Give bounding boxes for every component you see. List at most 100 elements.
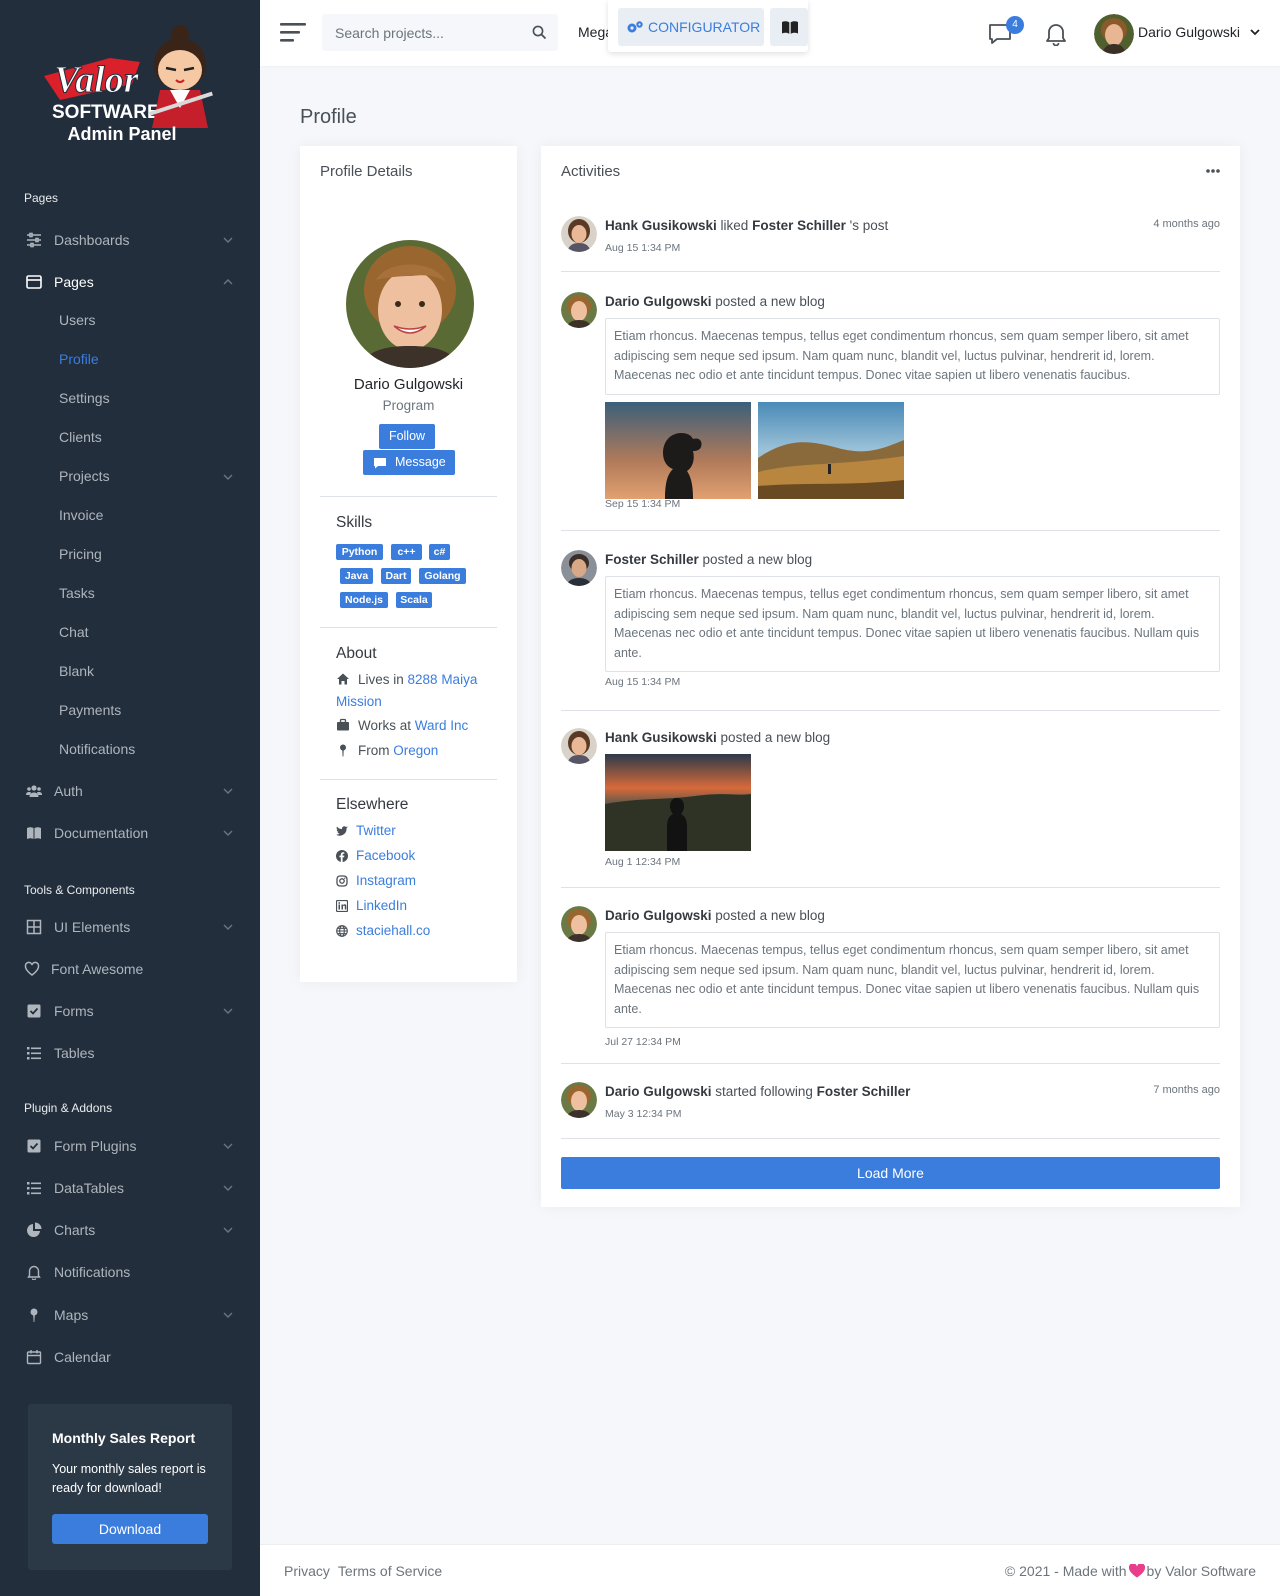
user-name[interactable]: Dario Gulgowski	[1138, 24, 1240, 40]
sidebar-item-label: Pages	[54, 274, 94, 290]
more-horizontal-icon[interactable]	[1206, 168, 1220, 174]
sidebar-subitem-projects[interactable]: Projects	[0, 458, 260, 494]
search-icon[interactable]	[532, 25, 547, 40]
sidebar-item-auth[interactable]: Auth	[0, 771, 260, 811]
chevron-down-icon	[223, 1143, 233, 1149]
sidebar-item-pages[interactable]: Pages	[0, 262, 260, 302]
sidebar-subitem-pricing[interactable]: Pricing	[0, 536, 260, 572]
sidebar-item-notifications[interactable]: Notifications	[0, 1252, 260, 1292]
chevron-down-icon	[223, 1312, 233, 1318]
avatar	[561, 550, 597, 586]
profile-role: Program	[382, 398, 435, 413]
search-input[interactable]	[322, 14, 522, 51]
skill-badge: Golang	[419, 568, 466, 584]
sidebar-item-label: Charts	[54, 1222, 96, 1238]
skill-badge: c#	[429, 544, 450, 560]
caret-down-icon[interactable]	[1250, 28, 1260, 36]
sidebar-item-form-plugins[interactable]: Form Plugins	[0, 1126, 260, 1166]
card-title: Profile Details	[320, 163, 413, 180]
bell-icon[interactable]	[1045, 22, 1067, 46]
chevron-down-icon	[223, 1185, 233, 1191]
briefcase-icon	[337, 718, 349, 731]
users-icon	[26, 785, 42, 797]
activity-item: Hank Gusikowski liked Foster Schiller 's…	[561, 216, 1220, 266]
load-more-button[interactable]: Load More	[561, 1157, 1220, 1189]
sidebar-item-maps[interactable]: Maps	[0, 1295, 260, 1335]
user-avatar[interactable]	[1094, 14, 1134, 54]
footer: Privacy Terms of Service © 2021 - Made wi…	[260, 1544, 1280, 1596]
profile-photo	[346, 240, 474, 368]
activity-text: Hank Gusikowski posted a new blog	[605, 730, 831, 745]
avatar	[561, 292, 597, 328]
download-button[interactable]: Download	[52, 1514, 208, 1544]
post-image-silhouette[interactable]	[605, 402, 751, 499]
configurator-button[interactable]: CONFIGURATOR	[618, 8, 764, 46]
sidebar-subitem-blank[interactable]: Blank	[0, 653, 260, 689]
works-at-link[interactable]: Ward Inc	[415, 718, 469, 733]
target-link[interactable]: Foster Schiller	[752, 218, 846, 233]
sidebar-subitem-payments[interactable]: Payments	[0, 692, 260, 728]
sidebar-item-ui-elements[interactable]: UI Elements	[0, 907, 260, 947]
valor-software-logo: Valor SOFTWARE	[44, 25, 213, 128]
about-works-at: Works at Ward Inc	[336, 715, 468, 737]
actor-link[interactable]: Dario Gulgowski	[605, 294, 712, 309]
messages-count-badge: 4	[1006, 16, 1024, 34]
privacy-link[interactable]: Privacy	[284, 1563, 330, 1579]
activity-item: Dario Gulgowski posted a new blog Etiam …	[561, 292, 1220, 512]
sidebar-subitem-tasks[interactable]: Tasks	[0, 575, 260, 611]
actor-link[interactable]: Dario Gulgowski	[605, 1084, 712, 1099]
activity-text: Dario Gulgowski posted a new blog	[605, 908, 825, 923]
sidebar-item-dashboards[interactable]: Dashboards	[0, 220, 260, 260]
terms-link[interactable]: Terms of Service	[338, 1563, 442, 1579]
post-image-sunset[interactable]	[605, 754, 751, 851]
chevron-down-icon	[223, 1008, 233, 1014]
elsewhere-title: Elsewhere	[336, 796, 409, 813]
sidebar-item-charts[interactable]: Charts	[0, 1210, 260, 1250]
sidebar-item-documentation[interactable]: Documentation	[0, 813, 260, 853]
actor-link[interactable]: Hank Gusikowski	[605, 730, 717, 745]
post-image-landscape[interactable]	[758, 402, 904, 499]
activity-time: May 3 12:34 PM	[605, 1108, 682, 1120]
bell-icon	[27, 1265, 41, 1280]
profile-name: Dario Gulgowski	[353, 376, 464, 393]
actor-link[interactable]: Foster Schiller	[605, 552, 699, 567]
globe-icon	[336, 925, 348, 937]
target-link[interactable]: Foster Schiller	[817, 1084, 911, 1099]
book-icon	[27, 827, 41, 839]
hamburger-menu-icon[interactable]	[280, 21, 306, 43]
sidebar-item-forms[interactable]: Forms	[0, 991, 260, 1031]
book-open-icon	[782, 21, 798, 34]
sidebar-subitem-chat[interactable]: Chat	[0, 614, 260, 650]
sidebar-header-plugins: Plugin & Addons	[24, 1101, 113, 1115]
sidebar-item-tables[interactable]: Tables	[0, 1033, 260, 1073]
brand[interactable]: Valor SOFTWARE Admin Panel	[0, 14, 260, 154]
sidebar-item-label: Form Plugins	[54, 1138, 137, 1154]
activity-item: Dario Gulgowski started following Foster…	[561, 1082, 1220, 1132]
follow-button[interactable]: Follow	[379, 424, 435, 449]
sidebar-subitem-users[interactable]: Users	[0, 302, 260, 338]
sidebar-subitem-notifications[interactable]: Notifications	[0, 731, 260, 767]
heart-icon	[1128, 1564, 1145, 1578]
twitter-icon	[336, 826, 348, 836]
divider	[561, 271, 1220, 272]
sidebar-item-label: DataTables	[54, 1180, 125, 1196]
blog-excerpt: Etiam rhoncus. Maecenas tempus, tellus e…	[605, 932, 1220, 1028]
sidebar-subitem-clients[interactable]: Clients	[0, 419, 260, 455]
from-link[interactable]: Oregon	[393, 743, 438, 758]
activity-text: Dario Gulgowski posted a new blog	[605, 294, 825, 309]
actor-link[interactable]: Hank Gusikowski	[605, 218, 717, 233]
message-button[interactable]: Message	[363, 450, 455, 475]
sidebar-item-calendar[interactable]: Calendar	[0, 1337, 260, 1377]
chevron-down-icon	[223, 237, 233, 243]
sidebar-subitem-settings[interactable]: Settings	[0, 380, 260, 416]
activity-time: Aug 15 1:34 PM	[605, 676, 681, 688]
actor-link[interactable]: Dario Gulgowski	[605, 908, 712, 923]
documentation-button[interactable]	[770, 8, 808, 46]
sliders-icon	[27, 232, 41, 248]
svg-text:Valor: Valor	[54, 59, 140, 101]
sidebar-subitem-profile[interactable]: Profile	[0, 341, 260, 377]
divider	[561, 530, 1220, 531]
sidebar-item-datatables[interactable]: DataTables	[0, 1168, 260, 1208]
sidebar-item-font-awesome[interactable]: Font Awesome	[0, 949, 260, 989]
sidebar-subitem-invoice[interactable]: Invoice	[0, 497, 260, 533]
